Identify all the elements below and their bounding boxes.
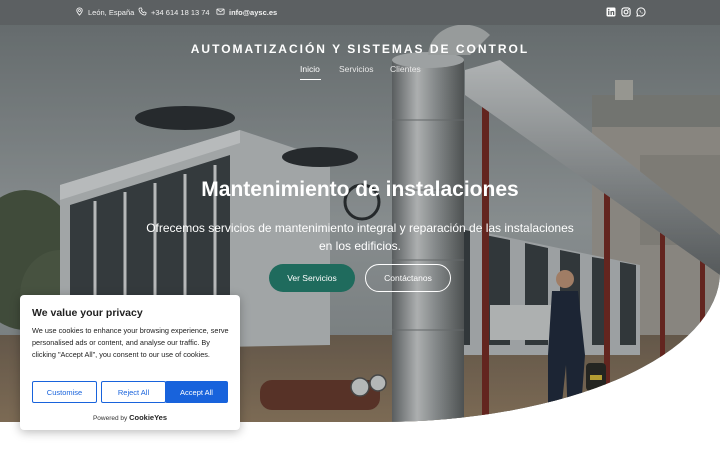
accept-all-button[interactable]: Accept All [165, 381, 228, 403]
whatsapp-icon[interactable] [636, 7, 646, 17]
cookie-consent-banner: We value your privacy We use cookies to … [20, 295, 240, 430]
main-nav: Inicio Servicios Clientes [0, 64, 720, 80]
cookieyes-logo[interactable]: CookieYes [129, 413, 167, 422]
contactanos-button[interactable]: Contáctanos [365, 264, 451, 292]
phone-item[interactable]: +34 614 18 13 74 [138, 0, 210, 25]
site-brand[interactable]: AUTOMATIZACIÓN Y SISTEMAS DE CONTROL [0, 42, 720, 56]
reject-all-button[interactable]: Reject All [101, 381, 166, 403]
nav-link-servicios[interactable]: Servicios [339, 64, 373, 80]
ver-servicios-button[interactable]: Ver Servicios [269, 264, 355, 292]
phone-icon [138, 7, 147, 18]
location-text: León, España [88, 8, 135, 17]
top-contact-bar: León, España +34 614 18 13 74 info@aysc.… [0, 0, 720, 25]
powered-by-text: Powered by [92, 415, 128, 422]
page: León, España +34 614 18 13 74 info@aysc.… [0, 0, 720, 450]
email-link[interactable]: info@aysc.es [229, 8, 277, 17]
email-item[interactable]: info@aysc.es [216, 0, 277, 25]
cookie-title: We value your privacy [32, 307, 143, 319]
nav-link-inicio[interactable]: Inicio [300, 64, 320, 80]
location-pin-icon [75, 7, 84, 18]
nav-link-clientes[interactable]: Clientes [390, 64, 421, 80]
cookie-powered-by: Powered by CookieYes [20, 413, 240, 422]
hero-subtitle: Ofrecemos servicios de mantenimiento int… [146, 221, 574, 253]
location-item: León, España [75, 0, 134, 25]
customise-button[interactable]: Customise [32, 381, 97, 403]
instagram-icon[interactable] [621, 7, 631, 17]
mail-icon [216, 7, 225, 18]
nav-active-underline [300, 79, 321, 80]
cookie-description: We use cookies to enhance your browsing … [32, 326, 229, 359]
linkedin-icon[interactable] [606, 7, 616, 17]
phone-text: +34 614 18 13 74 [151, 8, 210, 17]
hero-title: Mantenimiento de instalaciones [201, 178, 519, 201]
